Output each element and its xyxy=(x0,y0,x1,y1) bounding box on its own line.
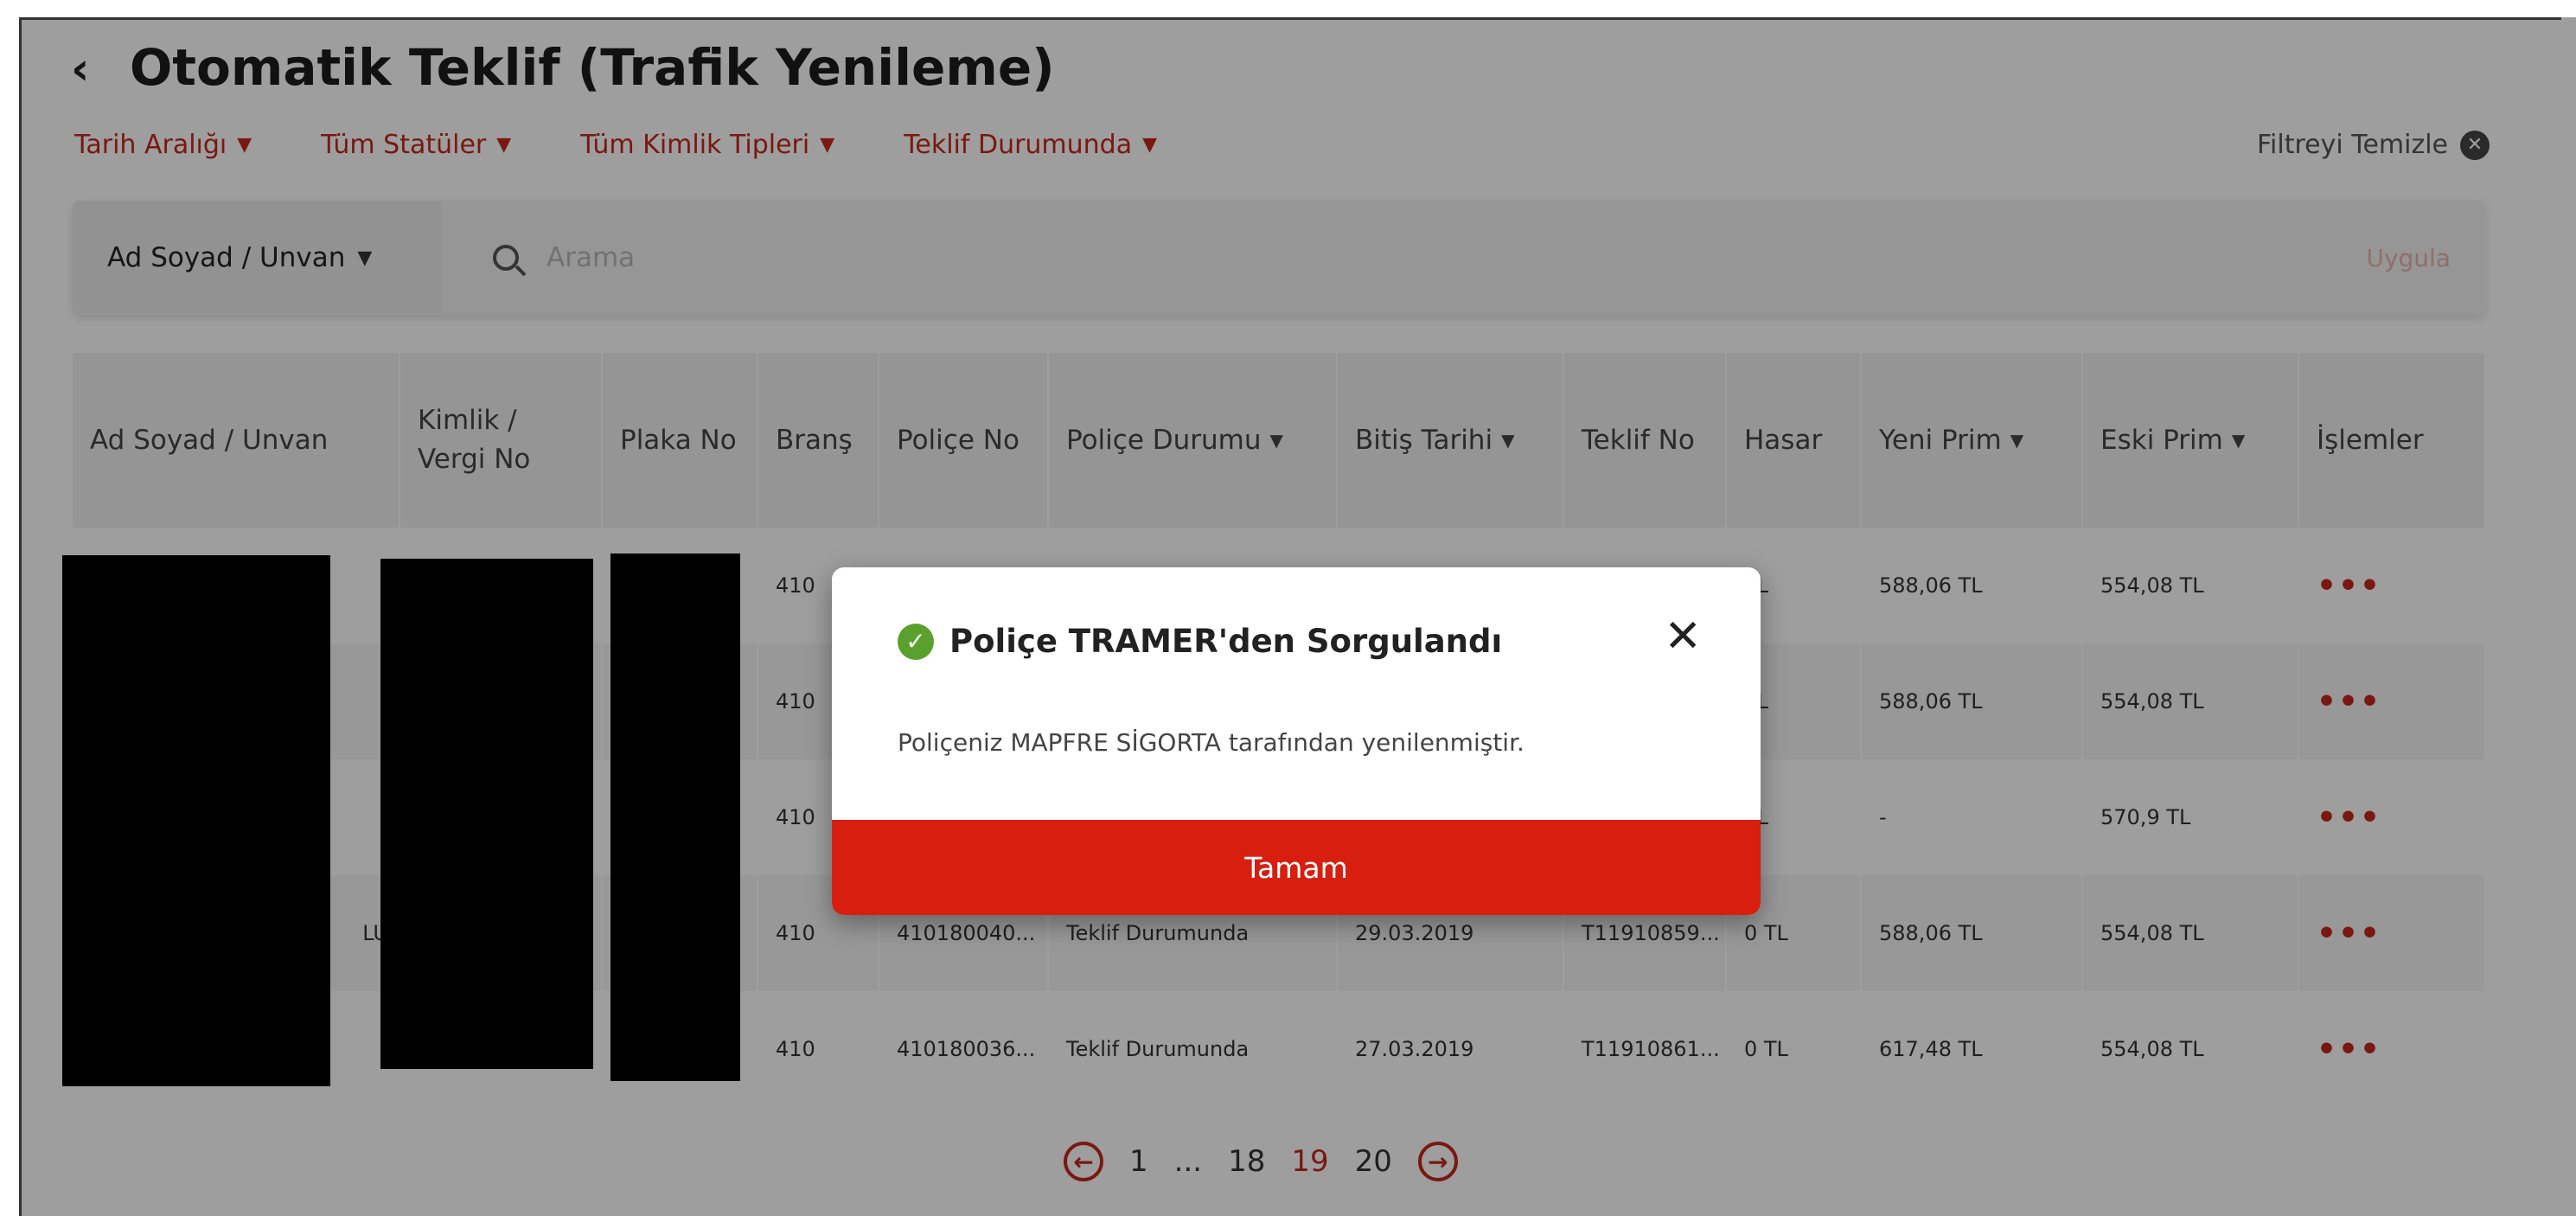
ok-button[interactable]: Tamam xyxy=(832,820,1761,915)
check-circle-icon: ✓ xyxy=(898,623,934,660)
page: ‹ Otomatik Teklif (Trafik Yenileme) Tari… xyxy=(0,0,2576,1216)
dialog-header: ✓ Poliçe TRAMER'den Sorgulandı xyxy=(898,623,1502,660)
dialog-message: Poliçeniz MAPFRE SİGORTA tarafından yeni… xyxy=(898,728,1525,757)
close-icon[interactable]: ✕ xyxy=(1664,614,1702,659)
dialog-title: Poliçe TRAMER'den Sorgulandı xyxy=(949,623,1503,660)
tramer-query-dialog: ✓ Poliçe TRAMER'den Sorgulandı ✕ Poliçen… xyxy=(832,567,1761,915)
